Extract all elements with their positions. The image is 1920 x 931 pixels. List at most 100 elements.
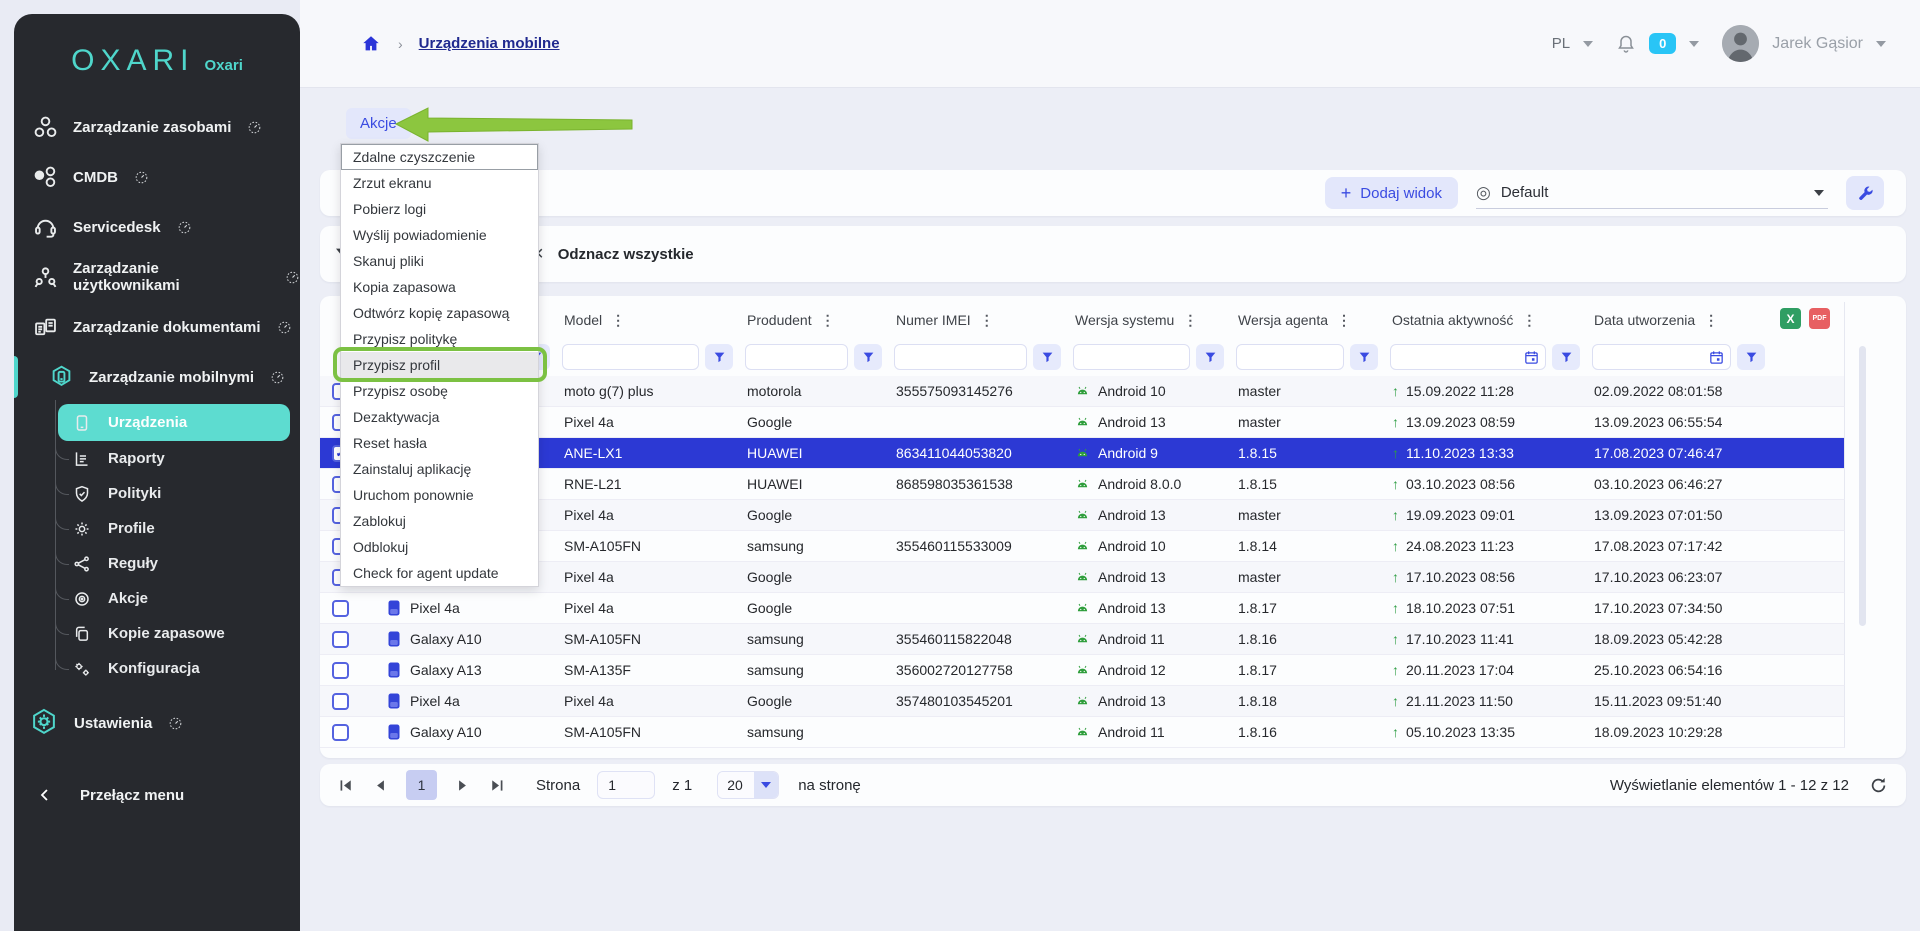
first-page-icon[interactable]: [338, 778, 355, 793]
filter-input[interactable]: [562, 344, 699, 370]
kebab-icon[interactable]: ⋮: [821, 312, 835, 329]
export-excel-icon[interactable]: X: [1780, 308, 1801, 329]
configure-views-button[interactable]: [1846, 176, 1884, 210]
menu-item[interactable]: Reset hasła: [341, 430, 538, 456]
export-pdf-icon[interactable]: PDF: [1809, 308, 1830, 329]
page-input[interactable]: [597, 771, 655, 799]
android-icon: [1075, 477, 1090, 492]
cell-last-activity: 13.09.2023 08:59: [1406, 414, 1515, 430]
kebab-icon[interactable]: ⋮: [1522, 312, 1536, 329]
arrow-up-icon: ↑: [1392, 538, 1399, 554]
table-row[interactable]: ANE-LX1 HUAWEI 863411044053820 Android 9…: [320, 438, 1845, 469]
breadcrumb-link[interactable]: Urządzenia mobilne: [419, 35, 560, 52]
sidebar-item-konfiguracja[interactable]: Konfiguracja: [14, 651, 300, 686]
cell-last-activity: 11.10.2023 13:33: [1406, 445, 1514, 461]
kebab-icon[interactable]: ⋮: [1337, 312, 1351, 329]
sidebar-item-zasoby[interactable]: Zarządzanie zasobami: [14, 102, 300, 152]
row-checkbox[interactable]: [332, 693, 349, 710]
cell-vendor: Google: [743, 507, 892, 523]
funnel-button[interactable]: [1552, 344, 1580, 370]
filter-input[interactable]: [745, 344, 848, 370]
menu-item[interactable]: Przypisz profil: [341, 352, 538, 378]
view-select[interactable]: ◎ Default: [1476, 177, 1828, 209]
menu-item[interactable]: Zainstaluj aplikację: [341, 456, 538, 482]
akcje-button[interactable]: Akcje: [346, 108, 411, 139]
table-row[interactable]: Galaxy A10 SM-A105FN samsung Android 11 …: [320, 717, 1845, 748]
menu-item[interactable]: Check for agent update: [341, 560, 538, 586]
table-row[interactable]: Pixel 4a Pixel 4a Google 357480103545201…: [320, 686, 1845, 717]
filter-input[interactable]: [1390, 344, 1546, 370]
sidebar-item-servicedesk[interactable]: Servicedesk: [14, 202, 300, 252]
kebab-icon[interactable]: ⋮: [1183, 312, 1197, 329]
last-page-icon[interactable]: [488, 778, 505, 793]
funnel-button[interactable]: [1196, 344, 1224, 370]
filter-input[interactable]: [1592, 344, 1731, 370]
menu-item[interactable]: Pobierz logi: [341, 196, 538, 222]
filter-input[interactable]: [1073, 344, 1190, 370]
prev-page-icon[interactable]: [372, 778, 389, 793]
sidebar-item-urzadzenia[interactable]: Urządzenia: [58, 404, 290, 441]
sidebar-item-uzytkownicy[interactable]: Zarządzanie użytkownikami: [14, 252, 300, 302]
current-page-button[interactable]: 1: [406, 770, 437, 800]
language-selector[interactable]: PL: [1552, 35, 1570, 52]
home-icon[interactable]: [360, 33, 382, 55]
funnel-button[interactable]: [1350, 344, 1378, 370]
bell-icon[interactable]: [1616, 33, 1636, 55]
page-size-select[interactable]: 20: [717, 771, 779, 799]
row-checkbox[interactable]: [332, 600, 349, 617]
table-row[interactable]: Galaxy A13 SM-A135F samsung 356002720127…: [320, 655, 1845, 686]
sidebar-toggle-menu[interactable]: Przełącz menu: [14, 770, 300, 820]
sidebar-item-dokumenty[interactable]: Zarządzanie dokumentami: [14, 302, 300, 352]
kebab-icon[interactable]: ⋮: [980, 312, 994, 329]
menu-item[interactable]: Uruchom ponownie: [341, 482, 538, 508]
filter-input[interactable]: [894, 344, 1027, 370]
calendar-icon[interactable]: [1523, 349, 1540, 366]
sidebar-item-ustawienia[interactable]: Ustawienia: [14, 698, 300, 748]
vertical-scrollbar[interactable]: [1859, 346, 1866, 626]
table-row[interactable]: Pixel 4a Pixel 4a Google Android 13 mast…: [320, 562, 1845, 593]
row-checkbox[interactable]: [332, 631, 349, 648]
sidebar-item-cmdb[interactable]: CMDB: [14, 152, 300, 202]
menu-item[interactable]: Zrzut ekranu: [341, 170, 538, 196]
table-row[interactable]: Pixel 4a Pixel 4a Google Android 13 1.8.…: [320, 593, 1845, 624]
funnel-button[interactable]: [1737, 344, 1765, 370]
menu-item[interactable]: Dezaktywacja: [341, 404, 538, 430]
menu-item[interactable]: Przypisz politykę: [341, 326, 538, 352]
menu-item[interactable]: Odblokuj: [341, 534, 538, 560]
actions-dropdown: Zdalne czyszczenieZrzut ekranuPobierz lo…: [340, 143, 539, 587]
kebab-icon[interactable]: ⋮: [611, 312, 625, 329]
menu-item[interactable]: Zdalne czyszczenie: [341, 144, 538, 170]
menu-item[interactable]: Przypisz osobę: [341, 378, 538, 404]
cell-imei: 355460115533009: [892, 538, 1071, 554]
filter-input[interactable]: [1236, 344, 1344, 370]
funnel-button[interactable]: [705, 344, 733, 370]
chevron-down-icon[interactable]: [1689, 41, 1699, 47]
refresh-icon[interactable]: [1869, 776, 1888, 795]
row-checkbox[interactable]: [332, 662, 349, 679]
funnel-button[interactable]: [1033, 344, 1061, 370]
chevron-down-icon[interactable]: [1876, 41, 1886, 47]
calendar-icon[interactable]: [1708, 349, 1725, 366]
menu-item[interactable]: Zablokuj: [341, 508, 538, 534]
row-checkbox[interactable]: [332, 724, 349, 741]
header-model: Model⋮: [560, 312, 743, 329]
deselect-all-button[interactable]: × Odznacz wszystkie: [532, 244, 694, 264]
cmdb-icon: [32, 164, 59, 191]
user-name[interactable]: Jarek Gąsior: [1772, 35, 1863, 53]
menu-item[interactable]: Wyślij powiadomienie: [341, 222, 538, 248]
menu-item[interactable]: Kopia zapasowa: [341, 274, 538, 300]
table-row[interactable]: Pixel 4a Google Android 13 master ↑ 19.0…: [320, 500, 1845, 531]
table-row[interactable]: Galaxy A10 SM-A105FN samsung 35546011582…: [320, 624, 1845, 655]
sidebar-item-mobilne[interactable]: Zarządzanie mobilnymi: [14, 352, 300, 402]
funnel-button[interactable]: [854, 344, 882, 370]
menu-item[interactable]: Odtwórz kopię zapasową: [341, 300, 538, 326]
menu-item[interactable]: Skanuj pliki: [341, 248, 538, 274]
kebab-icon[interactable]: ⋮: [1704, 312, 1718, 329]
avatar[interactable]: [1722, 25, 1759, 62]
table-row[interactable]: Pixel 4a Google Android 13 master ↑ 13.0…: [320, 407, 1845, 438]
table-row[interactable]: RNE-L21 HUAWEI 868598035361538 Android 8…: [320, 469, 1845, 500]
table-row[interactable]: SM-A105FN samsung 355460115533009 Androi…: [320, 531, 1845, 562]
add-view-button[interactable]: + Dodaj widok: [1325, 177, 1458, 209]
table-row[interactable]: moto g(7) plus motorola 355575093145276 …: [320, 376, 1845, 407]
next-page-icon[interactable]: [454, 778, 471, 793]
